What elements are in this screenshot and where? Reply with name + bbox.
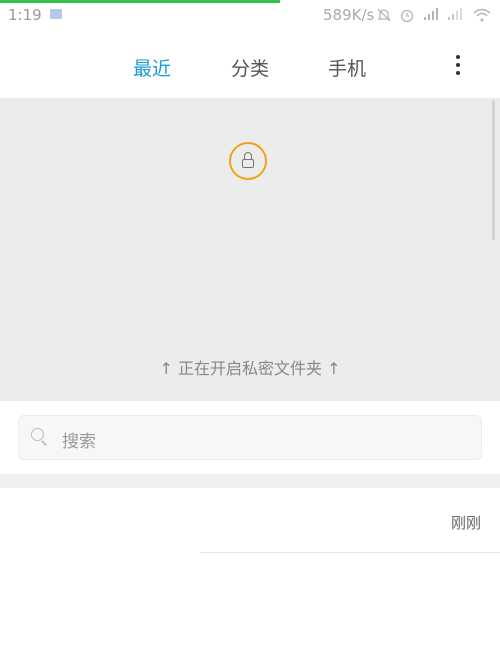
private-folder-hint: ↑ 正在开启私密文件夹 ↑ [159,359,341,378]
wifi-icon [472,7,492,27]
alarm-icon [399,7,415,27]
tab-phone[interactable]: 手机 [328,54,366,81]
bell-off-icon [376,7,392,27]
network-speed: 589K/s [323,6,375,24]
status-time: 1:19 [8,6,42,24]
tab-bar: 最近 分类 手机 [0,34,500,98]
list-item[interactable] [0,488,500,553]
search-placeholder: 搜索 [62,432,96,452]
item-time-label: 刚刚 [451,514,482,532]
more-menu-icon[interactable] [450,51,466,81]
lock-body [242,159,254,168]
tab-recent[interactable]: 最近 [133,54,171,81]
signal-icon [423,7,441,25]
section-divider [0,474,500,488]
tab-category[interactable]: 分类 [231,54,269,81]
notification-icon [50,9,62,19]
signal-icon [447,7,465,25]
scrollbar[interactable] [492,100,495,240]
item-divider [200,552,500,553]
load-progress-bar [0,0,280,3]
